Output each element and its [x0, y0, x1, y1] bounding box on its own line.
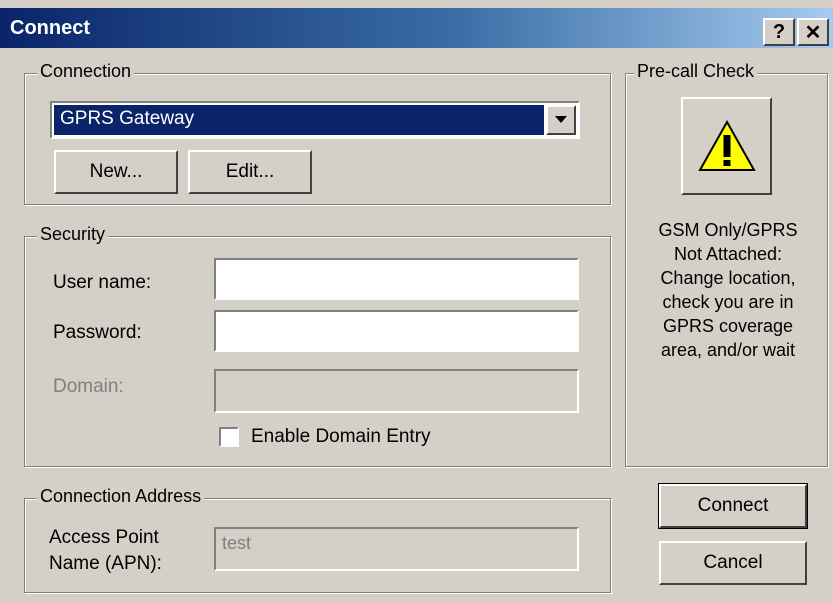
security-legend: Security — [37, 224, 109, 245]
status-line: check you are in — [662, 292, 794, 312]
apn-field: test — [214, 527, 579, 571]
status-line: GSM Only/GPRS — [658, 220, 798, 240]
enable-domain-label[interactable]: Enable Domain Entry — [251, 426, 431, 448]
connect-button-label: Connect — [697, 495, 769, 516]
edit-connection-button[interactable]: Edit... — [188, 150, 312, 194]
help-icon: ? — [772, 20, 786, 43]
domain-field — [214, 369, 579, 413]
dropdown-button[interactable] — [546, 105, 576, 135]
warning-icon — [697, 120, 756, 171]
apn-label-line2: Name (APN): — [49, 553, 162, 574]
enable-domain-checkbox[interactable] — [219, 427, 239, 447]
connect-dialog: Connect ? ✕ Connection GPRS Gateway New.… — [0, 0, 833, 602]
help-button[interactable]: ? — [763, 18, 795, 46]
chevron-down-icon — [555, 116, 567, 123]
precall-status-text: GSM Only/GPRS Not Attached: Change locat… — [628, 218, 828, 362]
password-label: Password: — [53, 322, 142, 343]
status-line: area, and/or wait — [660, 340, 796, 360]
status-line: GPRS coverage — [662, 316, 794, 336]
apn-label-line1: Access Point — [49, 527, 159, 548]
domain-label: Domain: — [53, 376, 124, 397]
close-button[interactable]: ✕ — [797, 18, 829, 46]
precall-status-button[interactable] — [681, 97, 772, 195]
new-connection-button[interactable]: New... — [54, 150, 178, 194]
connection-legend: Connection — [37, 61, 135, 82]
precall-legend: Pre-call Check — [634, 61, 758, 82]
username-field[interactable] — [214, 258, 579, 300]
close-icon: ✕ — [804, 21, 822, 44]
username-label: User name: — [53, 272, 152, 293]
edit-button-label: Edit... — [225, 161, 275, 182]
status-line: Not Attached: — [673, 244, 783, 264]
connect-button[interactable]: Connect — [658, 483, 808, 529]
password-field[interactable] — [214, 310, 579, 352]
new-button-label: New... — [89, 161, 143, 182]
connection-selected-value: GPRS Gateway — [54, 105, 544, 135]
title-bar[interactable]: Connect ? ✕ — [0, 8, 833, 48]
dialog-title: Connect — [10, 17, 90, 39]
status-line: Change location, — [660, 268, 796, 288]
connection-address-legend: Connection Address — [37, 486, 205, 507]
cancel-button[interactable]: Cancel — [659, 541, 807, 585]
cancel-button-label: Cancel — [703, 552, 763, 573]
connection-select[interactable]: GPRS Gateway — [50, 101, 580, 139]
